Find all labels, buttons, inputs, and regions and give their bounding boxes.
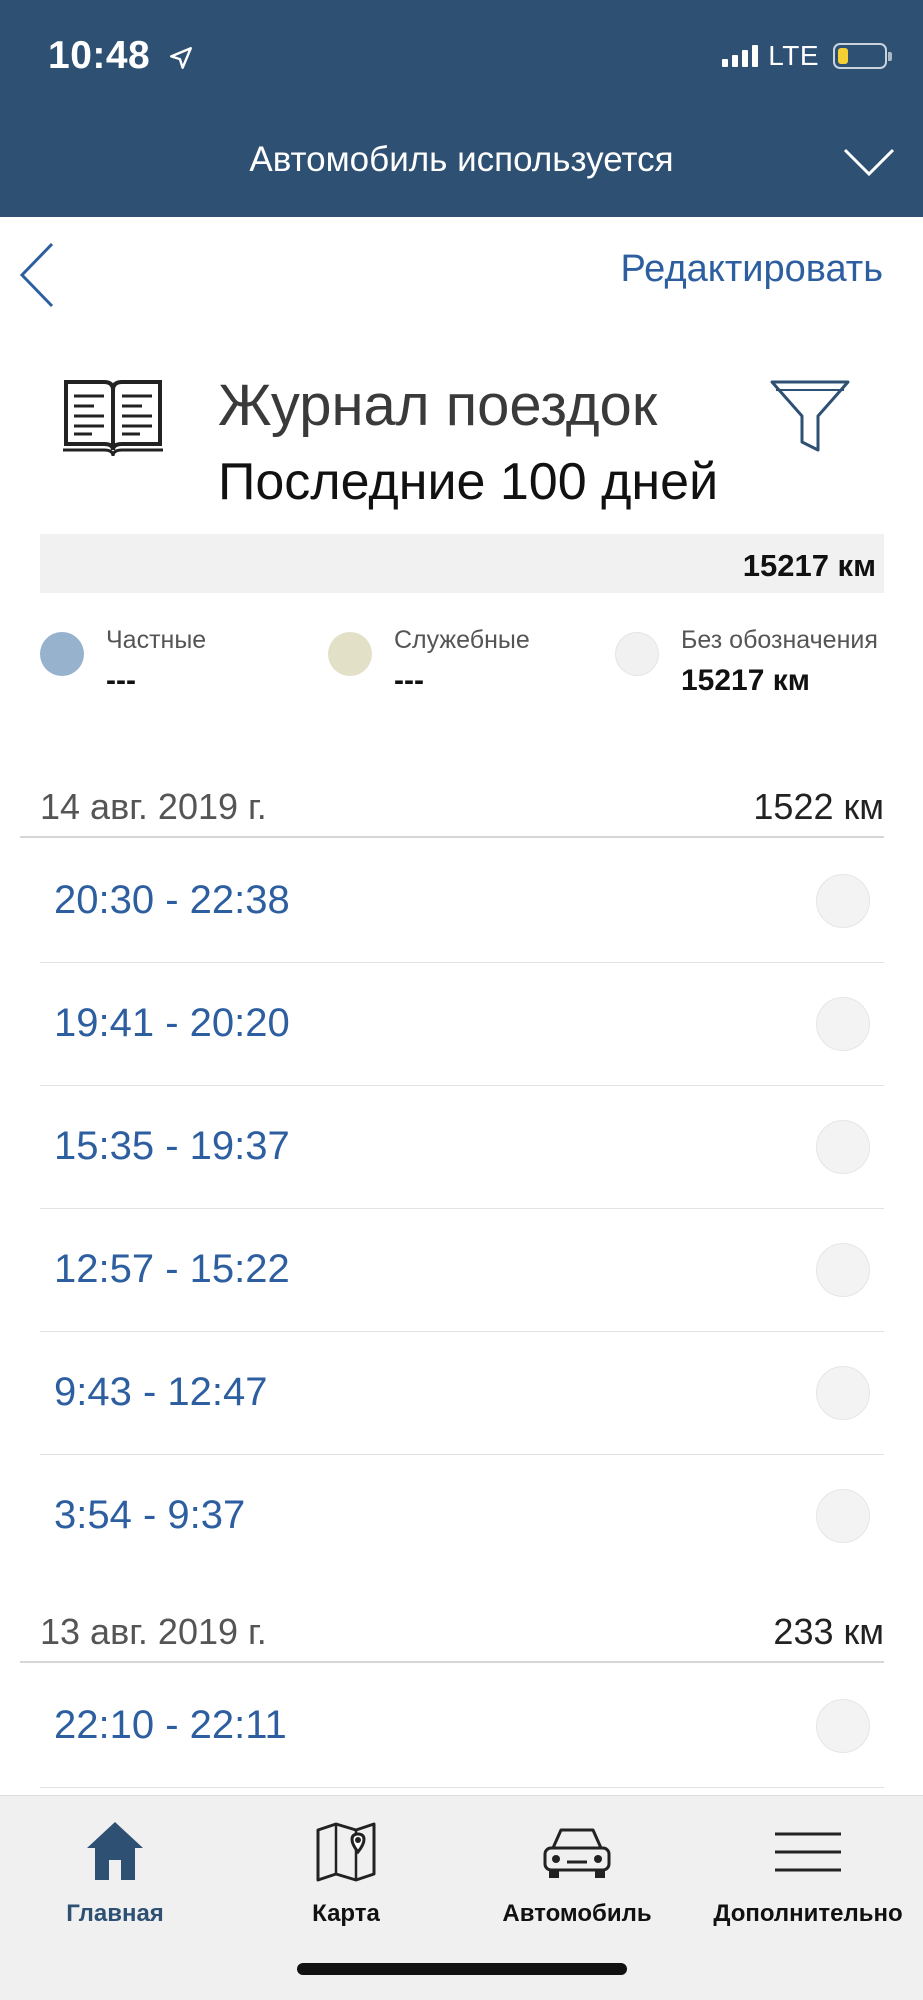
legend-value: 15217 км xyxy=(681,664,810,697)
tab-car[interactable]: Автомобиль xyxy=(462,1816,692,1928)
trip-time: 12:57 - 15:22 xyxy=(54,1247,290,1291)
legend-label: Без обозначения xyxy=(681,626,878,654)
trip-row[interactable]: 20:30 - 22:38 xyxy=(40,840,884,963)
trip-category-toggle[interactable] xyxy=(816,874,870,928)
total-distance-bar: 15217 км xyxy=(40,534,884,593)
total-distance: 15217 км xyxy=(742,548,876,583)
day-date: 13 авг. 2019 г. xyxy=(40,1611,267,1652)
trip-row[interactable]: 22:10 - 22:11 xyxy=(40,1665,884,1788)
trip-time: 20:30 - 22:38 xyxy=(54,878,290,922)
trip-row[interactable]: 3:54 - 9:37 xyxy=(40,1455,884,1578)
legend-label: Частные xyxy=(106,626,207,654)
chevron-left-icon xyxy=(19,242,54,308)
battery-icon xyxy=(833,43,892,69)
home-icon xyxy=(87,1822,143,1880)
tab-label: Главная xyxy=(66,1900,164,1927)
clock-text: 10:48 xyxy=(48,34,151,77)
car-icon xyxy=(543,1828,611,1878)
back-button[interactable] xyxy=(16,240,66,310)
day-header: 13 авг. 2019 г. 233 км xyxy=(20,1605,884,1663)
trip-category-toggle[interactable] xyxy=(816,1243,870,1297)
location-arrow-icon xyxy=(169,46,192,69)
home-indicator[interactable] xyxy=(297,1963,627,1975)
tab-label: Карта xyxy=(312,1900,380,1927)
trip-category-toggle[interactable] xyxy=(816,1699,870,1753)
trip-time: 19:41 - 20:20 xyxy=(54,1001,290,1045)
legend-value: --- xyxy=(394,664,424,697)
period-label[interactable]: Последние 100 дней xyxy=(218,452,718,512)
day-header: 14 авг. 2019 г. 1522 км xyxy=(20,780,884,838)
top-header: 10:48 LTE Автомобиль используется xyxy=(0,0,923,217)
tab-label: Автомобиль xyxy=(502,1900,652,1927)
legend-label: Служебные xyxy=(394,626,530,654)
unassigned-color-dot xyxy=(615,632,659,676)
book-icon xyxy=(63,380,163,457)
chevron-down-icon[interactable] xyxy=(843,146,895,178)
trip-time: 22:10 - 22:11 xyxy=(54,1703,287,1747)
status-bar-right: LTE xyxy=(722,40,892,72)
tab-home[interactable]: Главная xyxy=(0,1816,230,1928)
day-distance: 233 км xyxy=(773,1611,884,1652)
trip-category-toggle[interactable] xyxy=(816,1489,870,1543)
day-date: 14 авг. 2019 г. xyxy=(40,786,267,827)
map-icon xyxy=(316,1822,376,1882)
business-color-dot xyxy=(328,632,372,676)
signal-strength-icon xyxy=(722,45,759,67)
filter-icon[interactable] xyxy=(768,378,852,454)
trip-row[interactable]: 9:43 - 12:47 xyxy=(40,1332,884,1455)
legend-value: --- xyxy=(106,664,136,697)
trip-category-toggle[interactable] xyxy=(816,1366,870,1420)
trip-row[interactable]: 12:57 - 15:22 xyxy=(40,1209,884,1332)
trip-row[interactable]: 15:35 - 19:37 xyxy=(40,1086,884,1209)
trip-time: 3:54 - 9:37 xyxy=(54,1493,246,1537)
menu-icon xyxy=(775,1832,841,1872)
tab-map[interactable]: Карта xyxy=(231,1816,461,1928)
tab-more[interactable]: Дополнительно xyxy=(693,1816,923,1928)
car-status-label[interactable]: Автомобиль используется xyxy=(0,140,923,180)
day-distance: 1522 км xyxy=(753,786,884,827)
network-type: LTE xyxy=(768,40,819,71)
trip-time: 9:43 - 12:47 xyxy=(54,1370,268,1414)
trip-row[interactable]: 19:41 - 20:20 xyxy=(40,963,884,1086)
tab-label: Дополнительно xyxy=(713,1900,903,1927)
trip-time: 15:35 - 19:37 xyxy=(54,1124,290,1168)
trip-category-toggle[interactable] xyxy=(816,997,870,1051)
page-title: Журнал поездок xyxy=(218,373,658,438)
private-color-dot xyxy=(40,632,84,676)
status-bar-time: 10:48 xyxy=(48,34,194,78)
edit-button[interactable]: Редактировать xyxy=(621,248,884,291)
trip-category-toggle[interactable] xyxy=(816,1120,870,1174)
